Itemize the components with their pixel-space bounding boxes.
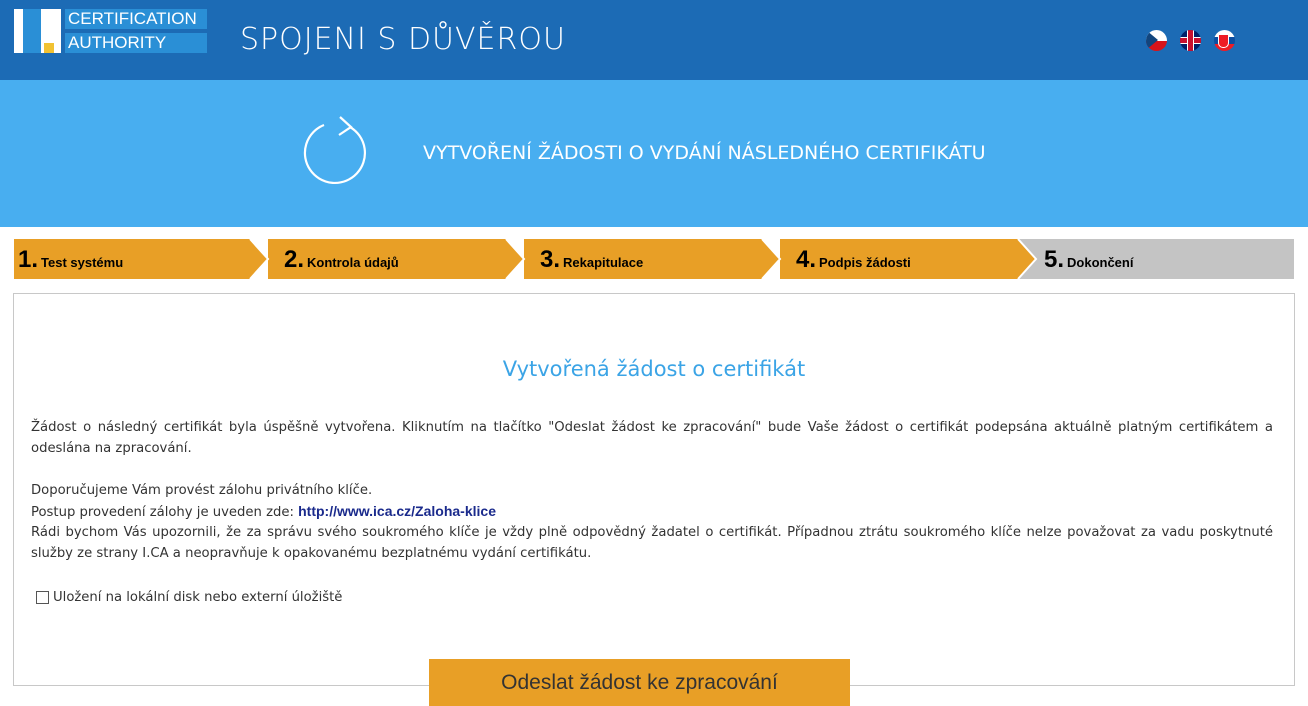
checkbox-label: Uložení na lokální disk nebo externí úlo… <box>53 590 343 605</box>
logo-line2: AUTHORITY <box>65 33 207 53</box>
sk-flag-icon[interactable] <box>1214 30 1235 51</box>
backup-link[interactable]: http://www.ica.cz/Zaloha-klice <box>298 503 496 519</box>
local-storage-option[interactable]: Uložení na lokální disk nebo externí úlo… <box>36 590 342 605</box>
top-header: CERTIFICATION AUTHORITY SPOJENI S DŮVĚRO… <box>0 0 1308 80</box>
submit-request-button[interactable]: Odeslat žádost ke zpracování <box>429 659 850 706</box>
slogan: SPOJENI S DŮVĚROU <box>240 22 566 57</box>
step-separators <box>249 239 1038 279</box>
ica-logo[interactable]: CERTIFICATION AUTHORITY <box>14 9 207 53</box>
backup-instructions: Postup provedení zálohy je uveden zde: h… <box>31 501 1273 523</box>
cz-flag-icon[interactable] <box>1146 30 1167 51</box>
backup-instructions-text: Postup provedení zálohy je uveden zde: <box>31 505 299 520</box>
logo-line1: CERTIFICATION <box>65 9 207 29</box>
refresh-icon <box>303 116 367 184</box>
logo-mark <box>14 9 61 53</box>
page-title: VYTVOŘENÍ ŽÁDOSTI O VYDÁNÍ NÁSLEDNÉHO CE… <box>423 142 986 164</box>
warning-paragraph: Rádi bychom Vás upozornili, že za správu… <box>31 525 1273 561</box>
backup-recommendation: Doporučujeme Vám provést zálohu privátní… <box>31 483 373 498</box>
language-switcher <box>1146 30 1235 51</box>
section-title: Vytvořená žádost o certifikát <box>502 357 806 381</box>
info-paragraph: Žádost o následný certifikát byla úspěšn… <box>31 420 1273 456</box>
uk-flag-icon[interactable] <box>1180 30 1201 51</box>
local-storage-checkbox[interactable] <box>36 591 49 604</box>
